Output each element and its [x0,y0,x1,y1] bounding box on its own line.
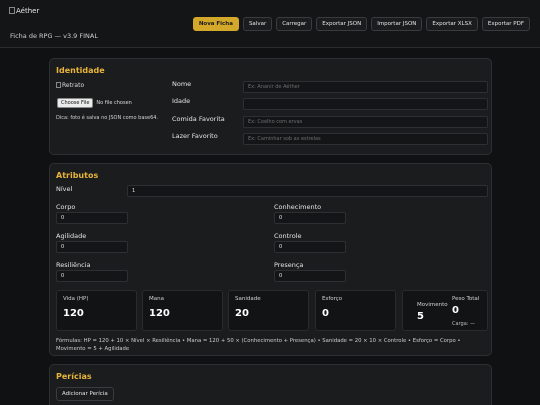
name-label: Nome [172,80,192,88]
stat-esforco-label: Esforço [322,296,343,302]
attr-corpo-label: Corpo [56,203,76,211]
stat-hp: Vida (HP) 120 [56,290,137,331]
stat-esforco-value: 0 [322,308,329,319]
skills-title: Perícias [56,372,92,381]
attributes-title: Atributos [56,171,99,180]
top-bar: Aéther Ficha de RPG — v3.9 FINAL Nova Fi… [0,0,540,48]
movimento-value: 5 [417,311,424,322]
attr-resiliencia-label: Resiliência [56,261,91,269]
favorite-food-label: Comida Favorita [172,115,225,123]
stat-sanidade-value: 20 [235,308,249,319]
attr-corpo-input[interactable]: 0 [56,212,128,224]
broken-image-icon [9,7,15,14]
stat-movimento-peso: Movimento 5 Peso Total 0 Carga: — [402,290,488,331]
formulas-note: Fórmulas: HP = 120 + 10 × Nível × Resili… [56,338,461,352]
stat-sanidade-label: Sanidade [235,296,261,302]
attr-controle-label: Controle [274,232,302,240]
choose-file-button[interactable]: Choose File [57,98,94,108]
attr-presenca-input[interactable]: 0 [274,270,346,282]
stat-hp-label: Vida (HP) [63,296,89,302]
attr-presenca-label: Presença [274,261,304,269]
export-pdf-button[interactable]: Exportar PDF [481,17,530,31]
stat-mana-label: Mana [149,296,164,302]
attr-conhecimento-input[interactable]: 0 [274,212,346,224]
app-logo: Aéther [9,7,39,15]
attr-controle-input[interactable]: 0 [274,241,346,253]
identity-card: Identidade Retrato Choose File No file ch… [49,58,492,155]
stat-esforco: Esforço 0 [315,290,396,331]
favorite-leisure-label: Lazer Favorito [172,132,218,140]
import-json-button[interactable]: Importar JSON [371,17,423,31]
attr-agilidade-label: Agilidade [56,232,87,240]
portrait-alt-text: Retrato [62,82,85,89]
attr-agilidade-input[interactable]: 0 [56,241,128,253]
age-label: Idade [172,97,191,105]
name-input[interactable]: Ex: Ananir de Aéther [243,81,488,93]
logo-alt-text: Aéther [16,7,40,15]
broken-image-icon [56,82,61,88]
stat-hp-value: 120 [63,308,84,319]
stat-sanidade: Sanidade 20 [228,290,309,331]
attributes-card: Atributos Nível 1 Corpo 0 Conhecimento 0… [49,163,492,356]
add-skill-button[interactable]: Adicionar Perícia [56,387,114,401]
stat-mana: Mana 120 [142,290,223,331]
identity-title: Identidade [56,66,105,75]
file-status: No file chosen [96,100,132,106]
age-input[interactable] [243,98,488,110]
attr-conhecimento-label: Conhecimento [274,203,322,211]
load-button[interactable]: Carregar [276,17,313,31]
favorite-food-input[interactable]: Ex: Coelho com ervas [243,116,488,128]
level-label: Nível [56,185,73,193]
portrait-image: Retrato [56,82,84,89]
export-json-button[interactable]: Exportar JSON [316,17,368,31]
peso-total-label: Peso Total [452,296,480,302]
photo-tip: Dica: foto é salva no JSON como base64. [56,115,159,121]
toolbar: Nova Ficha Salvar Carregar Exportar JSON… [192,17,530,31]
favorite-leisure-input[interactable]: Ex: Caminhar sob as estrelas [243,133,488,145]
new-sheet-button[interactable]: Nova Ficha [192,17,239,31]
photo-file-input[interactable]: Choose File No file chosen [57,98,132,108]
export-xlsx-button[interactable]: Exportar XLSX [426,17,478,31]
peso-total-value: 0 [452,305,459,316]
app-subtitle: Ficha de RPG — v3.9 FINAL [10,32,98,40]
level-input[interactable]: 1 [127,185,488,197]
skills-card: Perícias Adicionar Perícia [49,364,492,405]
attr-resiliencia-input[interactable]: 0 [56,270,128,282]
movimento-label: Movimento [417,302,448,308]
save-button[interactable]: Salvar [242,17,273,31]
carga-status: Carga: — [452,321,476,327]
stat-mana-value: 120 [149,308,170,319]
